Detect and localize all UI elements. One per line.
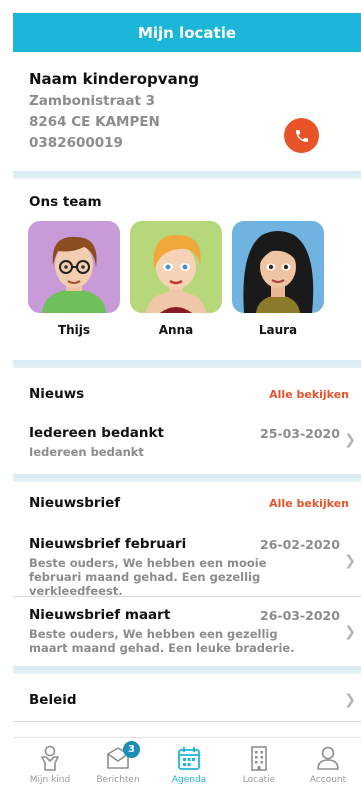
chevron-right-icon: ❯ [344, 553, 356, 569]
team-member-anna[interactable]: Anna [130, 221, 222, 337]
news-item-title: Iedereen bedankt [29, 425, 164, 441]
team-title: Ons team [29, 194, 102, 210]
newsletter-item-excerpt: Beste ouders, We hebben een mooie februa… [29, 556, 267, 598]
newsletter-item-excerpt: Beste ouders, We hebben een gezellig maa… [29, 627, 295, 655]
location-street: Zambonistraat 3 [29, 93, 156, 109]
tab-locatie[interactable]: Locatie [226, 744, 292, 785]
policy-title: Beleid [29, 692, 77, 708]
news-item-date: 25-03-2020 [260, 426, 340, 441]
section-separator [13, 360, 361, 368]
divider [13, 721, 361, 722]
building-icon [251, 746, 267, 771]
section-separator [13, 474, 361, 482]
chevron-right-icon: ❯ [344, 692, 356, 708]
tab-mijn-kind[interactable]: Mijn kind [17, 744, 83, 785]
tab-label: Berichten [96, 775, 140, 785]
bottom-tab-bar: Mijn kind 3 Berichten Agenda Locatie Acc… [13, 737, 361, 798]
team-member-thijs[interactable]: Thijs [28, 221, 120, 337]
newsletter-title: Nieuwsbrief [29, 495, 121, 511]
user-icon [317, 746, 339, 770]
tab-account[interactable]: Account [295, 744, 361, 785]
newsletter-item-date: 26-03-2020 [260, 608, 340, 623]
newsletter-item-title: Nieuwsbrief maart [29, 607, 171, 623]
member-name: Thijs [57, 323, 91, 337]
call-button[interactable] [284, 118, 319, 153]
chevron-right-icon: ❯ [344, 432, 356, 448]
newsletter-item-title: Nieuwsbrief februari [29, 536, 187, 552]
tab-label: Account [309, 775, 347, 785]
tab-berichten[interactable]: 3 Berichten [85, 741, 151, 785]
calendar-icon [178, 747, 200, 770]
avatar-thijs [28, 221, 120, 313]
tab-label: Locatie [242, 775, 276, 785]
chevron-right-icon: ❯ [344, 624, 356, 640]
child-icon [41, 745, 59, 771]
newsletter-item-date: 26-02-2020 [260, 537, 340, 552]
location-phone: 0382600019 [29, 135, 123, 151]
tab-label: Agenda [171, 775, 207, 785]
member-name: Laura [258, 323, 298, 337]
section-separator [13, 666, 361, 674]
news-see-all-link[interactable]: Alle bekijken [269, 388, 349, 401]
location-city: 8264 CE KAMPEN [29, 114, 160, 130]
phone-icon [295, 129, 308, 142]
avatar-anna [130, 221, 222, 313]
avatar-laura [232, 221, 324, 313]
newsletter-see-all-link[interactable]: Alle bekijken [269, 497, 349, 510]
member-name: Anna [158, 323, 194, 337]
team-member-laura[interactable]: Laura [232, 221, 324, 337]
location-name: Naam kinderopvang [29, 70, 200, 88]
unread-badge: 3 [123, 741, 140, 758]
page-title: Mijn locatie [137, 23, 237, 42]
divider [13, 596, 361, 597]
tab-label: Mijn kind [29, 775, 71, 785]
tab-agenda[interactable]: Agenda [156, 744, 222, 785]
page-header: Mijn locatie [13, 13, 361, 52]
section-separator [13, 171, 361, 179]
news-title: Nieuws [29, 386, 85, 402]
news-item-excerpt: Iedereen bedankt [29, 445, 144, 459]
